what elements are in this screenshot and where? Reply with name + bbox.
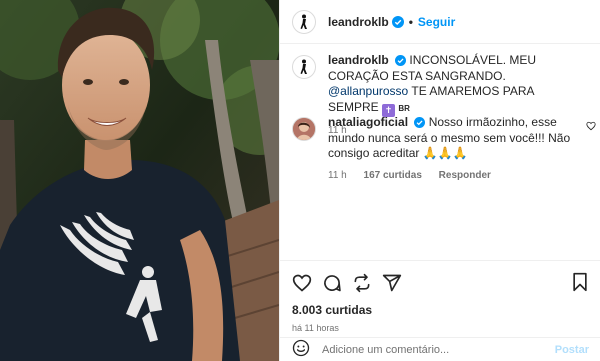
comment-body: nataliagoficial Nosso irmãozinho, esse m… [328,115,583,183]
comment-item: nataliagoficial Nosso irmãozinho, esse m… [292,115,597,183]
action-bar [292,271,589,295]
post-photo[interactable] [0,0,279,361]
post-details-panel: leandroklb • Seguir leandroklb INCONSOLÁ… [279,0,600,361]
bookmark-icon [573,272,587,291]
follow-button[interactable]: Seguir [418,15,455,29]
comment-likes[interactable]: 167 curtidas [364,170,422,181]
send-button[interactable] [382,273,402,293]
likes-count[interactable]: 8.003 curtidas [292,303,589,317]
verified-icon [391,15,404,28]
caption-avatar[interactable] [292,55,316,79]
commenter-avatar[interactable] [292,117,316,141]
post-header: leandroklb • Seguir [280,0,600,44]
comment-icon [324,275,341,292]
caption-username[interactable]: leandroklb [328,53,389,67]
emoji-icon [292,339,310,357]
comment-meta: 11 h 167 curtidas Responder [328,168,583,184]
author-logo-icon [300,14,307,29]
heart-icon [292,274,312,292]
instagram-post: leandroklb • Seguir leandroklb INCONSOLÁ… [0,0,600,361]
verified-icon [395,55,407,66]
comments-list: leandroklb INCONSOLÁVEL. MEU CORAÇÃO EST… [280,45,600,260]
header-separator: • [408,14,413,29]
caption-mention[interactable]: @allanpurosso [328,84,408,98]
comment-like-heart-icon[interactable] [586,121,596,131]
comment-time[interactable]: 11 h [328,170,347,181]
emoji-button[interactable] [292,339,310,360]
add-comment-bar: Adicione um comentário... Postar [280,337,600,361]
author-logo-icon [300,59,307,74]
post-comment-button[interactable]: Postar [555,344,589,356]
like-button[interactable] [292,273,312,293]
flag-code: BR [398,103,410,113]
post-photo-image [0,0,279,361]
save-button[interactable] [571,272,589,295]
share-button[interactable] [352,273,372,293]
post-timestamp[interactable]: há 11 horas [292,323,589,333]
header-username[interactable]: leandroklb [328,15,389,29]
commenter-photo [293,118,315,140]
comment-button[interactable] [322,273,342,293]
author-avatar[interactable] [292,9,316,34]
commenter-username[interactable]: nataliagoficial [328,115,408,129]
comment-input[interactable]: Adicione um comentário... [322,344,555,356]
send-icon [382,274,402,292]
share-icon [354,273,370,293]
reply-button[interactable]: Responder [439,170,491,181]
post-actions: 8.003 curtidas há 11 horas [280,260,600,333]
verified-icon [414,117,426,128]
